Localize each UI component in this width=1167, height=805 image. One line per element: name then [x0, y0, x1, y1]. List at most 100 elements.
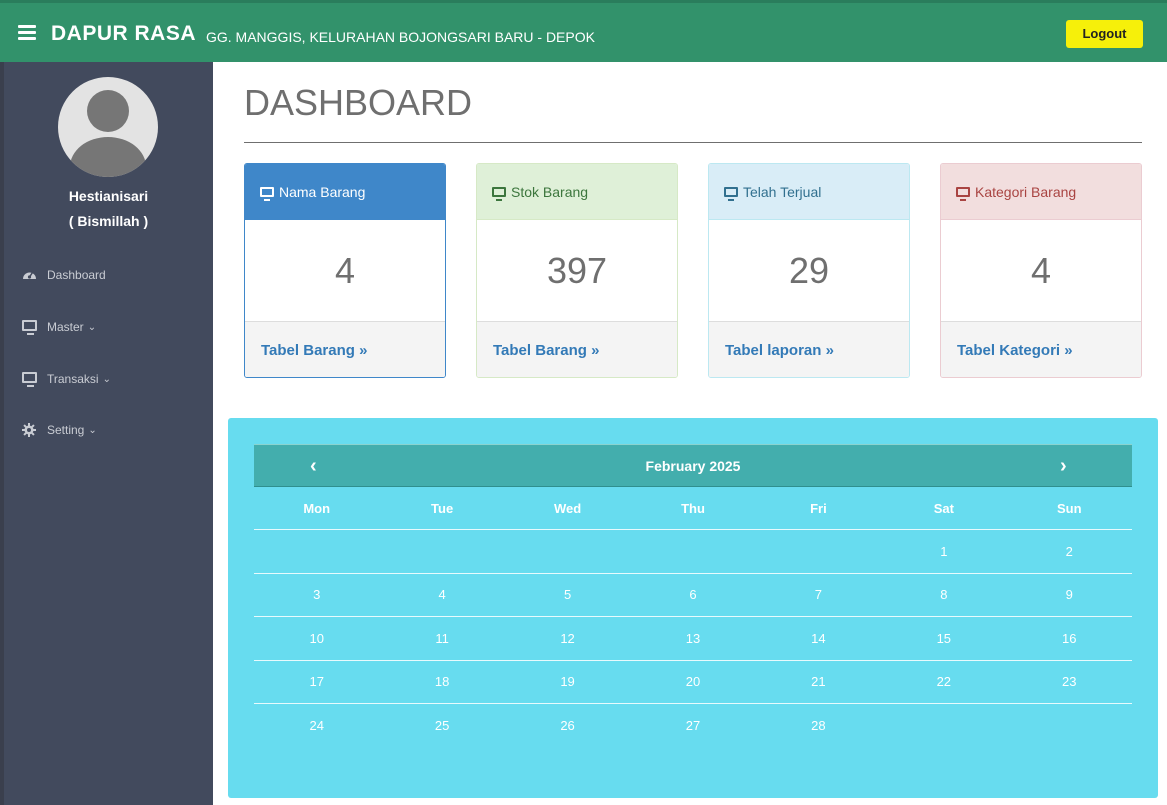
calendar-day[interactable]: 5 — [505, 574, 630, 616]
card-stok-barang: Stok Barang 397 Tabel Barang » — [476, 163, 678, 378]
sidebar: Hestianisari ( Bismillah ) Dashboard Mas… — [0, 62, 213, 805]
calendar-month-label: February 2025 — [645, 458, 741, 474]
calendar-weekday: Fri — [810, 500, 827, 516]
calendar-day[interactable]: 21 — [756, 661, 881, 703]
calendar-day[interactable]: 2 — [1007, 530, 1132, 572]
calendar-day[interactable]: 11 — [379, 617, 504, 659]
calendar-day[interactable]: 26 — [505, 704, 630, 747]
calendar-week-row: 17 18 19 20 21 22 23 — [254, 661, 1132, 704]
calendar-day[interactable]: 14 — [756, 617, 881, 659]
calendar-day[interactable]: 9 — [1007, 574, 1132, 616]
card-telah-terjual: Telah Terjual 29 Tabel laporan » — [708, 163, 910, 378]
card-title: Telah Terjual — [743, 183, 822, 200]
sidebar-item-label: Setting — [47, 423, 85, 437]
desktop-icon — [724, 186, 738, 201]
calendar-weekday: Tue — [431, 500, 454, 516]
calendar-weekday: Wed — [553, 500, 582, 516]
sidebar-item-label: Master — [47, 320, 84, 334]
sidebar-item-setting[interactable]: Setting ⌄ — [22, 423, 97, 437]
logout-button[interactable]: Logout — [1066, 20, 1143, 48]
card-link[interactable]: Tabel Barang » — [477, 321, 677, 377]
page-title: DASHBOARD — [244, 82, 473, 123]
calendar-day[interactable]: 15 — [881, 617, 1006, 659]
sidebar-item-label: Dashboard — [47, 268, 106, 282]
card-link[interactable]: Tabel laporan » — [709, 321, 909, 377]
calendar-day[interactable]: 12 — [505, 617, 630, 659]
chevron-down-icon: ⌄ — [102, 373, 111, 385]
card-value: 4 — [1030, 249, 1052, 291]
calendar-day[interactable]: 17 — [254, 661, 379, 703]
sidebar-item-master[interactable]: Master ⌄ — [22, 320, 97, 335]
calendar-day[interactable]: 23 — [1007, 661, 1132, 703]
desktop-icon — [260, 186, 274, 201]
desktop-icon — [22, 320, 38, 335]
chevron-down-icon: ⌄ — [87, 321, 97, 333]
calendar-day[interactable]: 28 — [756, 704, 881, 747]
calendar-day[interactable]: 18 — [379, 661, 504, 703]
menu-toggle-icon[interactable] — [18, 25, 36, 40]
card-header: Kategori Barang — [941, 164, 1141, 220]
calendar-weekday: Sat — [933, 500, 954, 516]
calendar-day — [379, 530, 504, 572]
calendar-week-row: 3456789 — [254, 574, 1132, 618]
sidebar-item-label: Transaksi — [47, 372, 99, 386]
calendar-day — [505, 530, 630, 572]
sidebar-item-transaksi[interactable]: Transaksi ⌄ — [22, 372, 111, 387]
gear-icon — [22, 423, 38, 437]
calendar-day[interactable]: 22 — [881, 661, 1006, 703]
calendar-day[interactable]: 1 — [881, 530, 1006, 572]
card-link[interactable]: Tabel Kategori » — [941, 321, 1141, 377]
calendar-day[interactable]: 16 — [1007, 617, 1132, 659]
calendar-week-row: 10 11 12 13 14 15 16 — [254, 617, 1132, 661]
calendar-day[interactable]: 24 — [254, 704, 379, 747]
calendar-day[interactable]: 6 — [630, 574, 755, 616]
sidebar-item-dashboard[interactable]: Dashboard — [22, 268, 106, 282]
card-value: 29 — [788, 249, 830, 291]
store-address: GG. MANGGIS, KELURAHAN BOJONGSARI BARU -… — [206, 29, 595, 45]
calendar-day[interactable]: 3 — [254, 574, 379, 616]
calendar-day[interactable]: 19 — [505, 661, 630, 703]
card-kategori-barang: Kategori Barang 4 Tabel Kategori » — [940, 163, 1142, 378]
desktop-icon — [22, 372, 38, 387]
top-navbar: DAPUR RASA GG. MANGGIS, KELURAHAN BOJONG… — [0, 0, 1167, 62]
card-nama-barang: Nama Barang 4 Tabel Barang » — [244, 163, 446, 378]
card-header: Telah Terjual — [709, 164, 909, 220]
calendar-day — [254, 530, 379, 572]
calendar-header: ‹ February 2025 › — [254, 444, 1132, 487]
card-title: Kategori Barang — [975, 183, 1077, 200]
calendar-day[interactable]: 27 — [630, 704, 755, 747]
chevron-down-icon: ⌄ — [88, 424, 97, 436]
card-header: Stok Barang — [477, 164, 677, 220]
calendar-day[interactable]: 20 — [630, 661, 755, 703]
dashboard-icon — [22, 268, 38, 282]
user-name: Hestianisari — [68, 188, 149, 204]
card-link[interactable]: Tabel Barang » — [245, 321, 445, 377]
user-avatar — [58, 77, 158, 177]
brand-title[interactable]: DAPUR RASA — [51, 22, 196, 46]
calendar-weekday: Thu — [681, 500, 705, 516]
calendar-widget: ‹ February 2025 › Mon Tue Wed Thu Fri Sat Sun 1… — [228, 418, 1158, 798]
calendar-weekday: Sun — [1056, 500, 1082, 516]
calendar-day — [756, 530, 881, 572]
calendar-day[interactable]: 4 — [379, 574, 504, 616]
chevron-right-icon[interactable]: › — [1060, 455, 1067, 478]
card-title: Nama Barang — [279, 183, 366, 200]
card-title: Stok Barang — [511, 183, 589, 200]
card-value: 397 — [546, 249, 608, 291]
calendar-day — [630, 530, 755, 572]
calendar-grid: Mon Tue Wed Thu Fri Sat Sun 1 2 3 4 5 6 7 8 9 10 11 12 13 14… — [254, 487, 1132, 747]
calendar-day[interactable]: 7 — [756, 574, 881, 616]
calendar-day[interactable]: 10 — [254, 617, 379, 659]
desktop-icon — [492, 186, 506, 201]
calendar-weekday-row: Mon Tue Wed Thu Fri Sat Sun — [254, 487, 1132, 531]
user-subtitle: ( Bismillah ) — [68, 213, 149, 229]
calendar-day[interactable]: 13 — [630, 617, 755, 659]
calendar-day[interactable]: 25 — [379, 704, 504, 747]
calendar-day[interactable]: 8 — [881, 574, 1006, 616]
calendar-week-row: 24 25 26 27 28 — [254, 704, 1132, 747]
calendar-day — [881, 704, 1006, 747]
calendar-day — [1007, 704, 1132, 747]
title-divider — [244, 142, 1142, 143]
calendar-week-row: 12 — [254, 530, 1132, 574]
calendar-weekday: Mon — [303, 500, 331, 516]
